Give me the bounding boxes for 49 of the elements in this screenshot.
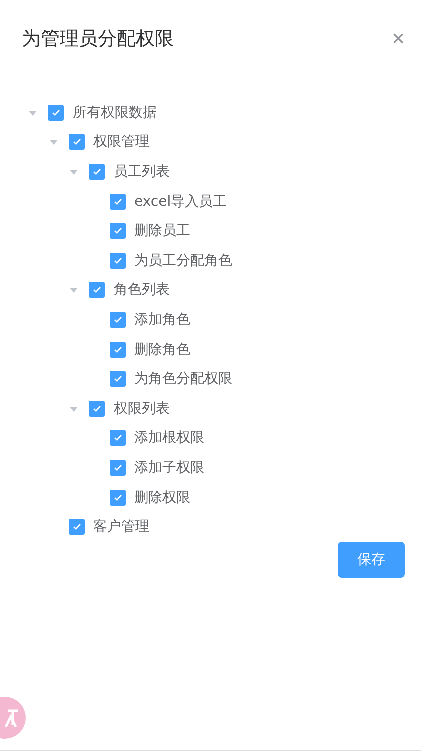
tree-node-label[interactable]: 权限管理 (94, 133, 150, 152)
checkbox[interactable] (68, 134, 84, 150)
check-icon (112, 256, 122, 266)
check-icon (112, 492, 122, 503)
checkbox[interactable] (110, 252, 126, 269)
check-icon (92, 285, 102, 296)
check-icon (112, 226, 122, 236)
check-icon (112, 196, 122, 207)
check-icon (92, 404, 102, 414)
checkbox[interactable] (48, 104, 64, 121)
checkbox[interactable] (110, 371, 126, 388)
close-button[interactable]: × (392, 28, 405, 50)
check-icon (112, 433, 122, 444)
tree-node-label[interactable]: 删除权限 (134, 488, 190, 507)
checkbox[interactable] (110, 460, 126, 476)
tree-node-label[interactable]: 删除角色 (134, 340, 190, 359)
caret-icon[interactable] (69, 285, 79, 296)
tree-node-label[interactable]: 添加子权限 (134, 458, 204, 477)
checkbox[interactable] (110, 223, 126, 240)
check-icon (51, 108, 61, 118)
check-icon (112, 314, 122, 325)
dialog-title: 为管理员分配权限 (22, 27, 174, 52)
checkbox[interactable] (89, 282, 105, 298)
tree-node-label[interactable]: 添加根权限 (134, 429, 204, 448)
tree-node-label[interactable]: 添加角色 (134, 310, 190, 329)
tree-node-label[interactable]: 客户管理 (94, 518, 150, 536)
checkbox[interactable] (110, 490, 126, 506)
tree-node-label[interactable]: excel导入员工 (134, 192, 228, 211)
check-icon (112, 374, 122, 384)
checkbox[interactable] (89, 400, 105, 417)
tree-node-label[interactable]: 员工列表 (114, 162, 170, 181)
tree-node-label[interactable]: 权限列表 (114, 400, 170, 418)
tree-node-label[interactable]: 为员工分配角色 (134, 252, 232, 270)
tree-node-label[interactable]: 所有权限数据 (73, 104, 157, 122)
tree-node-label[interactable]: 为角色分配权限 (134, 370, 232, 388)
check-icon (112, 344, 122, 355)
check-icon (72, 137, 82, 148)
caret-icon[interactable] (48, 137, 58, 148)
check-icon (92, 166, 102, 177)
tree-node-label[interactable]: 删除员工 (134, 222, 190, 240)
checkbox[interactable] (68, 519, 84, 536)
checkbox[interactable] (89, 164, 105, 180)
checkbox[interactable] (110, 312, 126, 328)
tree-node-label[interactable]: 角色列表 (114, 281, 170, 300)
check-icon (72, 522, 82, 532)
checkbox[interactable] (110, 430, 126, 446)
check-icon (112, 462, 122, 473)
checkbox[interactable] (110, 194, 126, 210)
checkbox[interactable] (110, 342, 126, 358)
